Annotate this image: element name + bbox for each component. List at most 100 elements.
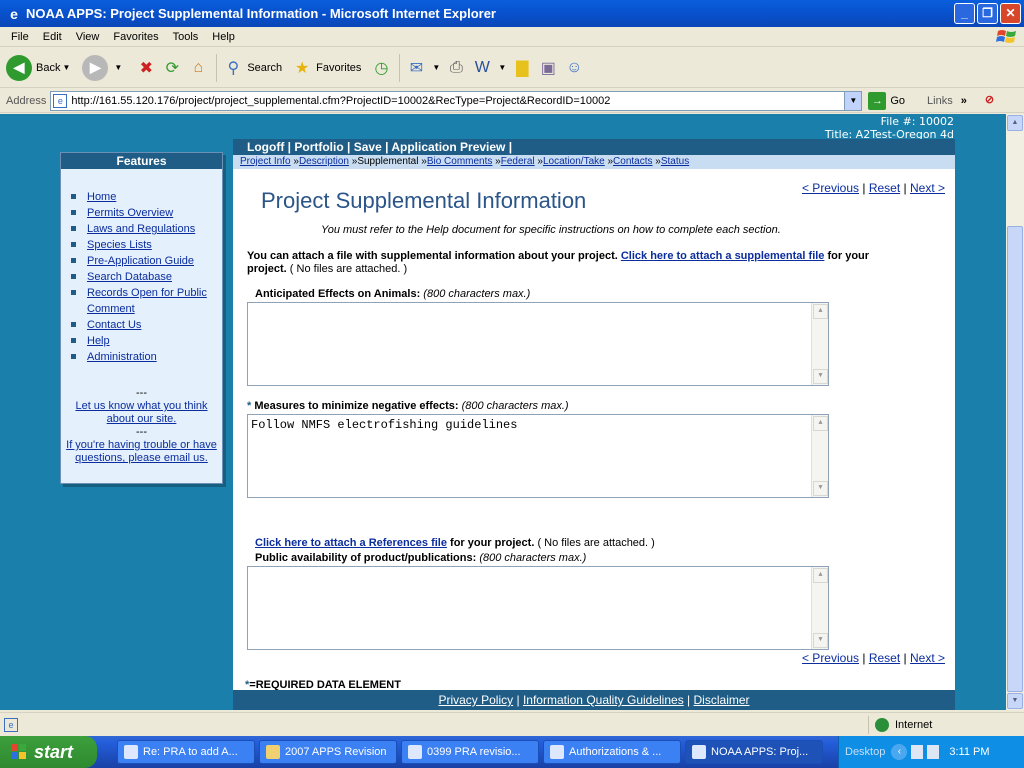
page-scrollbar[interactable]: ▲ ▼	[1006, 114, 1024, 710]
tab-supplemental: Supplemental	[357, 156, 419, 167]
edit-word-icon[interactable]: W	[470, 56, 494, 80]
start-button[interactable]: start	[0, 736, 97, 768]
previous-link[interactable]: < Previous	[802, 651, 859, 665]
sidebar-item-administration[interactable]: Administration	[87, 351, 157, 363]
task-folder[interactable]: 2007 APPS Revision	[259, 740, 397, 764]
maximize-button[interactable]: ❐	[977, 3, 998, 24]
application-preview-link[interactable]: Application Preview	[391, 140, 505, 154]
discuss-note-icon[interactable]: ▇	[510, 56, 534, 80]
close-button[interactable]: ✕	[1000, 3, 1021, 24]
history-icon[interactable]: ◷	[369, 56, 393, 80]
mail-icon[interactable]: ✉	[404, 56, 428, 80]
attach-references-link[interactable]: Click here to attach a References file	[255, 537, 447, 549]
menu-edit[interactable]: Edit	[36, 31, 69, 43]
sidebar-item-search-database[interactable]: Search Database	[87, 271, 172, 283]
save-link[interactable]: Save	[354, 140, 382, 154]
textarea-scrollbar[interactable]: ▲ ▼	[811, 415, 828, 497]
scroll-down-icon[interactable]: ▼	[1007, 693, 1023, 709]
sidebar-item-records-open[interactable]: Records Open for Public Comment	[87, 287, 207, 315]
mail-icon	[124, 745, 138, 759]
sidebar-item-laws[interactable]: Laws and Regulations	[87, 223, 195, 235]
address-dropdown-icon[interactable]: ▼	[844, 91, 862, 110]
sidebar-item-contact[interactable]: Contact Us	[87, 319, 141, 331]
previous-link[interactable]: < Previous	[802, 181, 859, 195]
textarea-scrollbar[interactable]: ▲ ▼	[811, 303, 828, 385]
globe-icon	[875, 718, 889, 732]
reset-link[interactable]: Reset	[869, 181, 900, 195]
public-availability-textarea[interactable]: ▲ ▼	[247, 566, 829, 650]
information-quality-link[interactable]: Information Quality Guidelines	[523, 693, 684, 707]
sidebar-item-pre-application[interactable]: Pre-Application Guide	[87, 255, 194, 267]
network-icon[interactable]	[927, 745, 940, 759]
home-icon[interactable]: ⌂	[186, 56, 210, 80]
window-title-bar[interactable]: e NOAA APPS: Project Supplemental Inform…	[0, 0, 1024, 27]
task-noaa-apps[interactable]: NOAA APPS: Proj...	[685, 740, 823, 764]
task-word-doc[interactable]: 0399 PRA revisio...	[401, 740, 539, 764]
desktop-toolbar-label[interactable]: Desktop	[845, 746, 885, 758]
disclaimer-link[interactable]: Disclaimer	[694, 693, 750, 707]
textarea-scrollbar[interactable]: ▲ ▼	[811, 567, 828, 649]
links-label[interactable]: Links	[927, 95, 953, 107]
back-button[interactable]: ◀ Back ▼	[6, 54, 74, 81]
search-button[interactable]: ⚲ Search	[221, 56, 282, 80]
tray-expand-icon[interactable]: ‹	[891, 744, 908, 760]
ie-icon	[692, 745, 706, 759]
minimize-effects-textarea[interactable]: Follow NMFS electrofishing guidelines ▲ ▼	[247, 414, 829, 498]
menu-help[interactable]: Help	[205, 31, 242, 43]
minimize-button[interactable]: _	[954, 3, 975, 24]
tab-location-take[interactable]: Location/Take	[543, 156, 605, 167]
scroll-thumb[interactable]	[1007, 226, 1023, 692]
anticipated-effects-textarea[interactable]: ▲ ▼	[247, 302, 829, 386]
sidebar-item-home[interactable]: Home	[87, 191, 116, 203]
portfolio-link[interactable]: Portfolio	[294, 140, 343, 154]
browser-toolbar: ◀ Back ▼ ▶ ▼ ✖ ⟳ ⌂ ⚲ Search ★ Favorites …	[0, 48, 1024, 88]
toolbar-separator	[399, 53, 401, 82]
task-outlook-mail[interactable]: Re: PRA to add A...	[117, 740, 255, 764]
toolbar-extra-icon[interactable]: ⊘	[985, 93, 1001, 109]
mail-dropdown-icon[interactable]: ▼	[432, 63, 440, 72]
tab-status[interactable]: Status	[661, 156, 689, 167]
tab-federal[interactable]: Federal	[501, 156, 535, 167]
feedback-link[interactable]: Let us know what you think about our sit…	[75, 400, 207, 425]
next-link[interactable]: Next >	[910, 651, 945, 665]
print-icon[interactable]: ⎙	[444, 56, 468, 80]
main-panel: Logoff | Portfolio | Save | Application …	[233, 139, 955, 710]
tab-contacts[interactable]: Contacts	[613, 156, 652, 167]
trouble-link[interactable]: If you're having trouble or have questio…	[66, 439, 217, 464]
sidebar-item-help[interactable]: Help	[87, 335, 110, 347]
scroll-up-icon[interactable]: ▲	[1007, 115, 1023, 131]
forward-button[interactable]: ▶ ▼	[82, 54, 126, 81]
refresh-icon[interactable]: ⟳	[160, 56, 184, 80]
tab-project-info[interactable]: Project Info	[240, 156, 291, 167]
reset-link[interactable]: Reset	[869, 651, 900, 665]
menu-favorites[interactable]: Favorites	[106, 31, 165, 43]
menu-view[interactable]: View	[69, 31, 107, 43]
privacy-policy-link[interactable]: Privacy Policy	[438, 693, 513, 707]
ie-logo-icon: e	[10, 5, 18, 22]
stop-icon[interactable]: ✖	[134, 56, 158, 80]
go-button[interactable]: → Go	[868, 91, 905, 110]
messenger-icon[interactable]: ☺	[562, 56, 586, 80]
file-info: File #: 10002 Title: A2Test-Oregon 4d	[825, 115, 954, 141]
task-authorizations[interactable]: Authorizations & ...	[543, 740, 681, 764]
favorites-button[interactable]: ★ Favorites	[290, 56, 361, 80]
forward-dropdown-icon[interactable]: ▼	[114, 63, 122, 72]
pagination-bottom: < Previous | Reset | Next >	[801, 651, 945, 665]
links-chevron-icon[interactable]: »	[961, 95, 967, 107]
logoff-link[interactable]: Logoff	[247, 140, 284, 154]
sidebar-item-permits-overview[interactable]: Permits Overview	[87, 207, 173, 219]
attach-supplemental-link[interactable]: Click here to attach a supplemental file	[621, 250, 825, 262]
back-dropdown-icon[interactable]: ▼	[62, 63, 70, 72]
research-icon[interactable]: ▣	[536, 56, 560, 80]
sidebar-item-species-lists[interactable]: Species Lists	[87, 239, 152, 251]
edit-dropdown-icon[interactable]: ▼	[498, 63, 506, 72]
no-files-note: ( No files are attached. )	[537, 537, 655, 549]
menu-tools[interactable]: Tools	[166, 31, 206, 43]
tab-bio-comments[interactable]: Bio Comments	[427, 156, 493, 167]
shield-icon[interactable]	[911, 745, 924, 759]
next-link[interactable]: Next >	[910, 181, 945, 195]
menu-file[interactable]: File	[4, 31, 36, 43]
address-input[interactable]: e http://161.55.120.176/project/project_…	[50, 90, 863, 111]
section-nav: Project Info »Description »Supplemental …	[233, 155, 955, 169]
tab-description[interactable]: Description	[299, 156, 349, 167]
